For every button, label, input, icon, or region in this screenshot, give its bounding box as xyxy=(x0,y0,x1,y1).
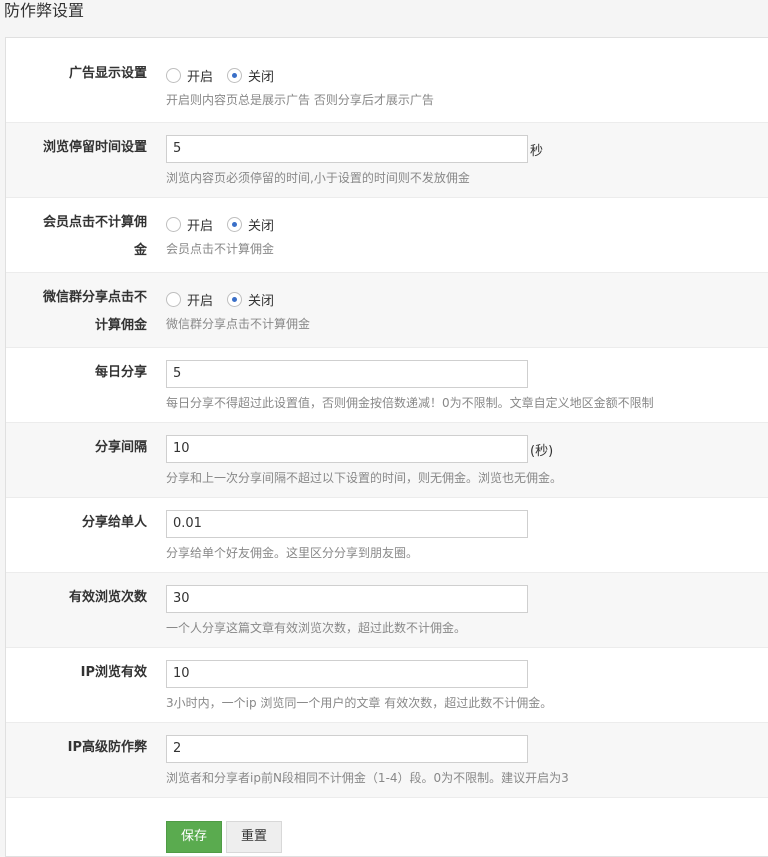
ip-views-input[interactable]: 10 xyxy=(166,660,528,688)
form-row-ad-display: 广告显示设置 开启 关闭 开启则内容页总是展示广告 否则分享后才展示广告 xyxy=(6,38,768,123)
reset-button[interactable]: 重置 xyxy=(226,821,283,853)
form-row-ip-views: IP浏览有效 10 3小时内，一个ip 浏览同一个用户的文章 有效次数，超过此数… xyxy=(6,648,768,723)
ad-display-radio-on[interactable]: 开启 xyxy=(166,66,213,85)
form-row-share-interval: 分享间隔 10 (秒) 分享和上一次分享间隔不超过以下设置的时间，则无佣金。浏览… xyxy=(6,423,768,498)
valid-views-help: 一个人分享这篇文章有效浏览次数，超过此数不计佣金。 xyxy=(166,621,467,635)
ad-display-radio-off[interactable]: 关闭 xyxy=(227,66,274,85)
page-title: 防作弊设置 xyxy=(4,1,85,20)
wechat-group-radio-off[interactable]: 关闭 xyxy=(227,290,274,309)
save-button[interactable]: 保存 xyxy=(166,821,223,853)
wechat-group-radio-group: 开启 关闭 xyxy=(166,289,768,309)
single-share-input[interactable]: 0.01 xyxy=(166,510,528,538)
ip-advanced-help: 浏览者和分享者ip前N段相同不计佣金（1-4）段。0为不限制。建议开启为3 xyxy=(166,771,569,785)
wechat-group-help: 微信群分享点击不计算佣金 xyxy=(166,317,311,331)
radio-checked-icon xyxy=(227,291,243,307)
radio-label: 关闭 xyxy=(248,218,275,234)
ad-display-label: 广告显示设置 xyxy=(68,66,147,81)
form-row-single-share: 分享给单人 0.01 分享给单个好友佣金。这里区分分享到朋友圈。 xyxy=(6,498,768,573)
single-share-help: 分享给单个好友佣金。这里区分分享到朋友圈。 xyxy=(166,546,419,560)
share-interval-help: 分享和上一次分享间隔不超过以下设置的时间，则无佣金。浏览也无佣金。 xyxy=(166,471,563,485)
member-click-help: 会员点击不计算佣金 xyxy=(166,242,275,256)
daily-share-help: 每日分享不得超过此设置值，否则佣金按倍数递减！0为不限制。文章自定义地区金额不限… xyxy=(166,396,654,410)
form-row-ip-advanced: IP高级防作弊 2 浏览者和分享者ip前N段相同不计佣金（1-4）段。0为不限制… xyxy=(6,723,768,798)
ad-display-radio-group: 开启 关闭 xyxy=(166,65,768,85)
daily-share-label: 每日分享 xyxy=(94,365,147,380)
member-click-label: 会员点击不计算佣 金 xyxy=(42,215,147,258)
share-interval-unit: (秒) xyxy=(530,443,554,459)
ip-views-label: IP浏览有效 xyxy=(80,665,147,680)
radio-label: 关闭 xyxy=(248,293,275,309)
radio-unchecked-icon xyxy=(166,216,181,232)
member-click-radio-off[interactable]: 关闭 xyxy=(227,215,274,234)
form-row-daily-share: 每日分享 5 每日分享不得超过此设置值，否则佣金按倍数递减！0为不限制。文章自定… xyxy=(6,348,768,423)
stay-time-help: 浏览内容页必须停留的时间,小于设置的时间则不发放佣金 xyxy=(166,171,470,185)
valid-views-label: 有效浏览次数 xyxy=(68,590,147,605)
radio-checked-icon xyxy=(227,67,243,83)
form-row-wechat-group: 微信群分享点击不 计算佣金 开启 关闭 微信群分享点击不计算佣金 xyxy=(6,273,768,348)
ip-views-help: 3小时内，一个ip 浏览同一个用户的文章 有效次数，超过此数不计佣金。 xyxy=(166,696,553,710)
form-row-stay-time: 浏览停留时间设置 5 秒 浏览内容页必须停留的时间,小于设置的时间则不发放佣金 xyxy=(6,123,768,198)
radio-label: 开启 xyxy=(187,218,214,234)
single-share-label: 分享给单人 xyxy=(81,515,147,530)
radio-unchecked-icon xyxy=(166,291,181,307)
daily-share-input[interactable]: 5 xyxy=(166,360,528,388)
stay-time-unit: 秒 xyxy=(530,143,544,159)
ip-advanced-input[interactable]: 2 xyxy=(166,735,528,763)
form-actions: 保存 重置 xyxy=(166,821,286,853)
wechat-group-radio-on[interactable]: 开启 xyxy=(166,290,213,309)
ad-display-help: 开启则内容页总是展示广告 否则分享后才展示广告 xyxy=(166,93,434,107)
wechat-group-label: 微信群分享点击不 计算佣金 xyxy=(42,290,147,333)
radio-label: 开启 xyxy=(187,69,214,85)
ip-advanced-label: IP高级防作弊 xyxy=(67,740,147,755)
member-click-radio-on[interactable]: 开启 xyxy=(166,215,213,234)
radio-unchecked-icon xyxy=(166,67,181,83)
share-interval-label: 分享间隔 xyxy=(94,440,147,455)
share-interval-input[interactable]: 10 xyxy=(166,435,528,463)
settings-form: 广告显示设置 开启 关闭 开启则内容页总是展示广告 否则分享后才展示广告 浏览停… xyxy=(5,37,768,857)
valid-views-input[interactable]: 30 xyxy=(166,585,528,613)
radio-checked-icon xyxy=(227,216,243,232)
stay-time-input[interactable]: 5 xyxy=(166,135,528,163)
radio-label: 关闭 xyxy=(248,69,275,85)
form-row-member-click: 会员点击不计算佣 金 开启 关闭 会员点击不计算佣金 xyxy=(6,198,768,273)
member-click-radio-group: 开启 关闭 xyxy=(166,214,768,234)
stay-time-label: 浏览停留时间设置 xyxy=(42,140,147,155)
radio-label: 开启 xyxy=(187,293,214,309)
form-row-valid-views: 有效浏览次数 30 一个人分享这篇文章有效浏览次数，超过此数不计佣金。 xyxy=(6,573,768,648)
